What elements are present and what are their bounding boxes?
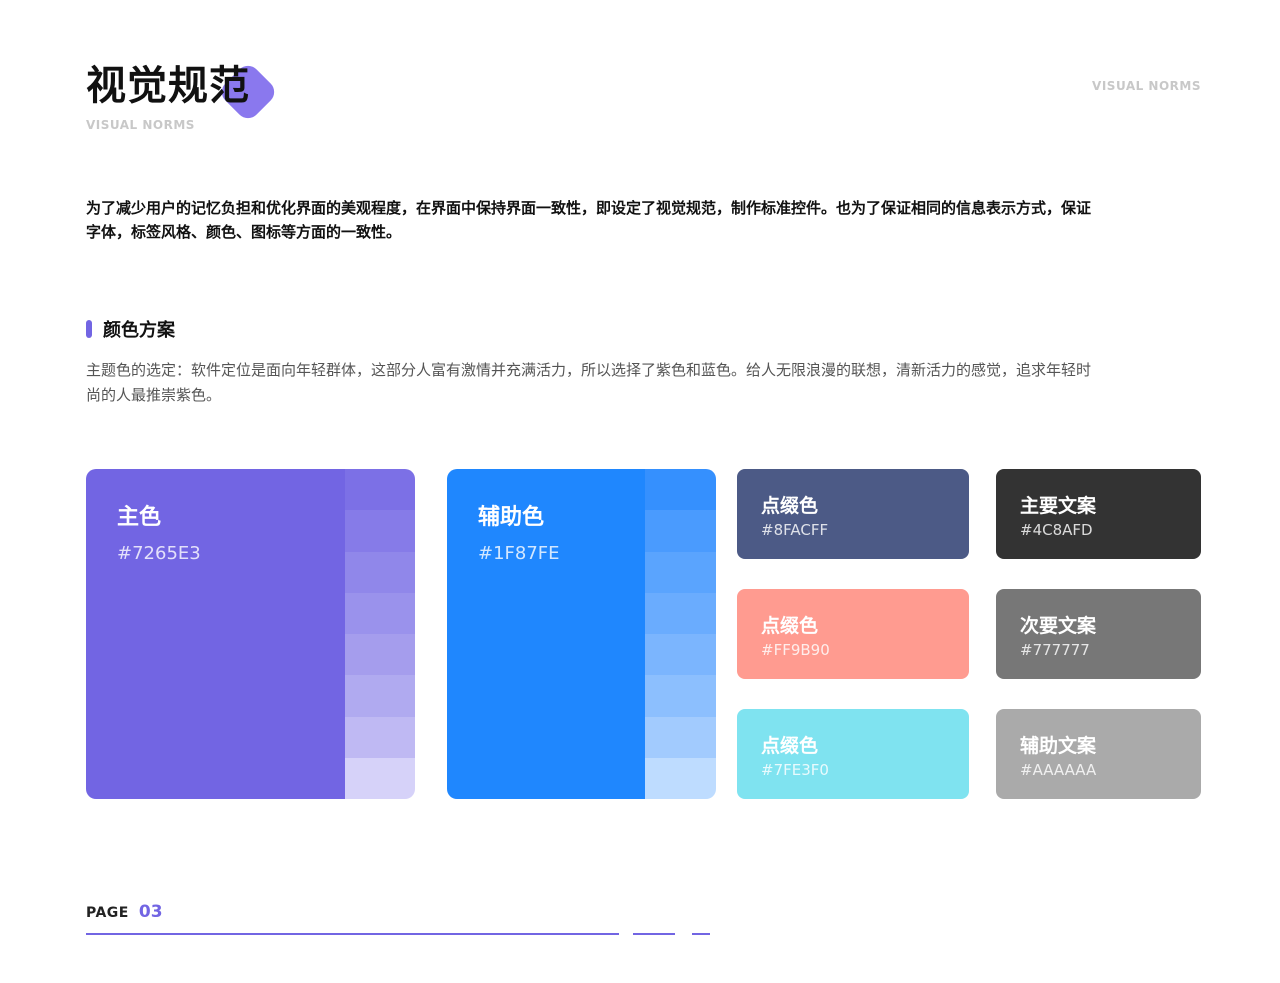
text-color-card: 主要文案 #4C8AFD: [996, 469, 1201, 559]
primary-shade-strip: [345, 469, 415, 799]
primary-shade: [345, 469, 415, 511]
primary-color-name: 主色: [117, 505, 162, 530]
accent-color-hex: #7FE3F0: [761, 761, 829, 779]
page-label: PAGE: [86, 905, 129, 921]
section-description: 主题色的选定：软件定位是面向年轻群体，这部分人富有激情并充满活力，所以选择了紫色…: [86, 361, 1092, 404]
text-color-card: 辅助文案 #AAAAAA: [996, 709, 1201, 799]
text-color-hex: #AAAAAA: [1020, 761, 1097, 779]
footer-divider-tiny: [692, 933, 710, 935]
accent-color-card: 点缀色 #7FE3F0: [737, 709, 969, 799]
header-right-label: VISUAL NORMS: [1092, 79, 1201, 93]
primary-shade: [345, 551, 415, 593]
page-footer: PAGE 03: [86, 902, 163, 922]
page-title: 视觉规范: [86, 63, 250, 109]
primary-color-card: 主色 #7265E3: [86, 469, 415, 799]
secondary-shade: [645, 757, 716, 799]
secondary-shade: [645, 592, 716, 634]
accent-color-hex: #FF9B90: [761, 641, 830, 659]
primary-shade: [345, 510, 415, 552]
text-color-name: 辅助文案: [1020, 735, 1097, 757]
page-subtitle: VISUAL NORMS: [86, 118, 195, 132]
footer-divider-short: [633, 933, 675, 935]
accent-color-name: 点缀色: [761, 495, 819, 517]
primary-shade: [345, 757, 415, 799]
primary-shade: [345, 592, 415, 634]
secondary-color-swatch: [447, 469, 645, 799]
primary-shade: [345, 716, 415, 758]
text-color-card: 次要文案 #777777: [996, 589, 1201, 679]
accent-color-card: 点缀色 #8FACFF: [737, 469, 969, 559]
secondary-color-name: 辅助色: [478, 505, 545, 530]
primary-shade: [345, 675, 415, 717]
secondary-color-hex: #1F87FE: [478, 543, 560, 564]
secondary-shade: [645, 469, 716, 511]
page-number: 03: [138, 902, 163, 922]
primary-color-hex: #7265E3: [117, 543, 201, 564]
accent-color-name: 点缀色: [761, 615, 819, 637]
section-header: 颜色方案: [86, 316, 175, 342]
text-color-hex: #4C8AFD: [1020, 521, 1093, 539]
text-color-name: 主要文案: [1020, 495, 1097, 517]
text-color-hex: #777777: [1020, 641, 1090, 659]
text-color-name: 次要文案: [1020, 615, 1097, 637]
page-title-group: 视觉规范: [86, 58, 280, 124]
secondary-shade: [645, 510, 716, 552]
primary-shade: [345, 634, 415, 676]
secondary-shade: [645, 716, 716, 758]
secondary-color-card: 辅助色 #1F87FE: [447, 469, 716, 799]
section-marker: [86, 320, 92, 338]
intro-paragraph: 为了减少用户的记忆负担和优化界面的美观程度，在界面中保持界面一致性，即设定了视觉…: [86, 199, 1092, 241]
accent-color-name: 点缀色: [761, 735, 819, 757]
secondary-shade: [645, 634, 716, 676]
secondary-shade: [645, 675, 716, 717]
secondary-shade-strip: [645, 469, 716, 799]
section-title: 颜色方案: [103, 320, 175, 341]
secondary-shade: [645, 551, 716, 593]
footer-divider-main: [86, 933, 619, 935]
accent-color-hex: #8FACFF: [761, 521, 829, 539]
accent-color-card: 点缀色 #FF9B90: [737, 589, 969, 679]
